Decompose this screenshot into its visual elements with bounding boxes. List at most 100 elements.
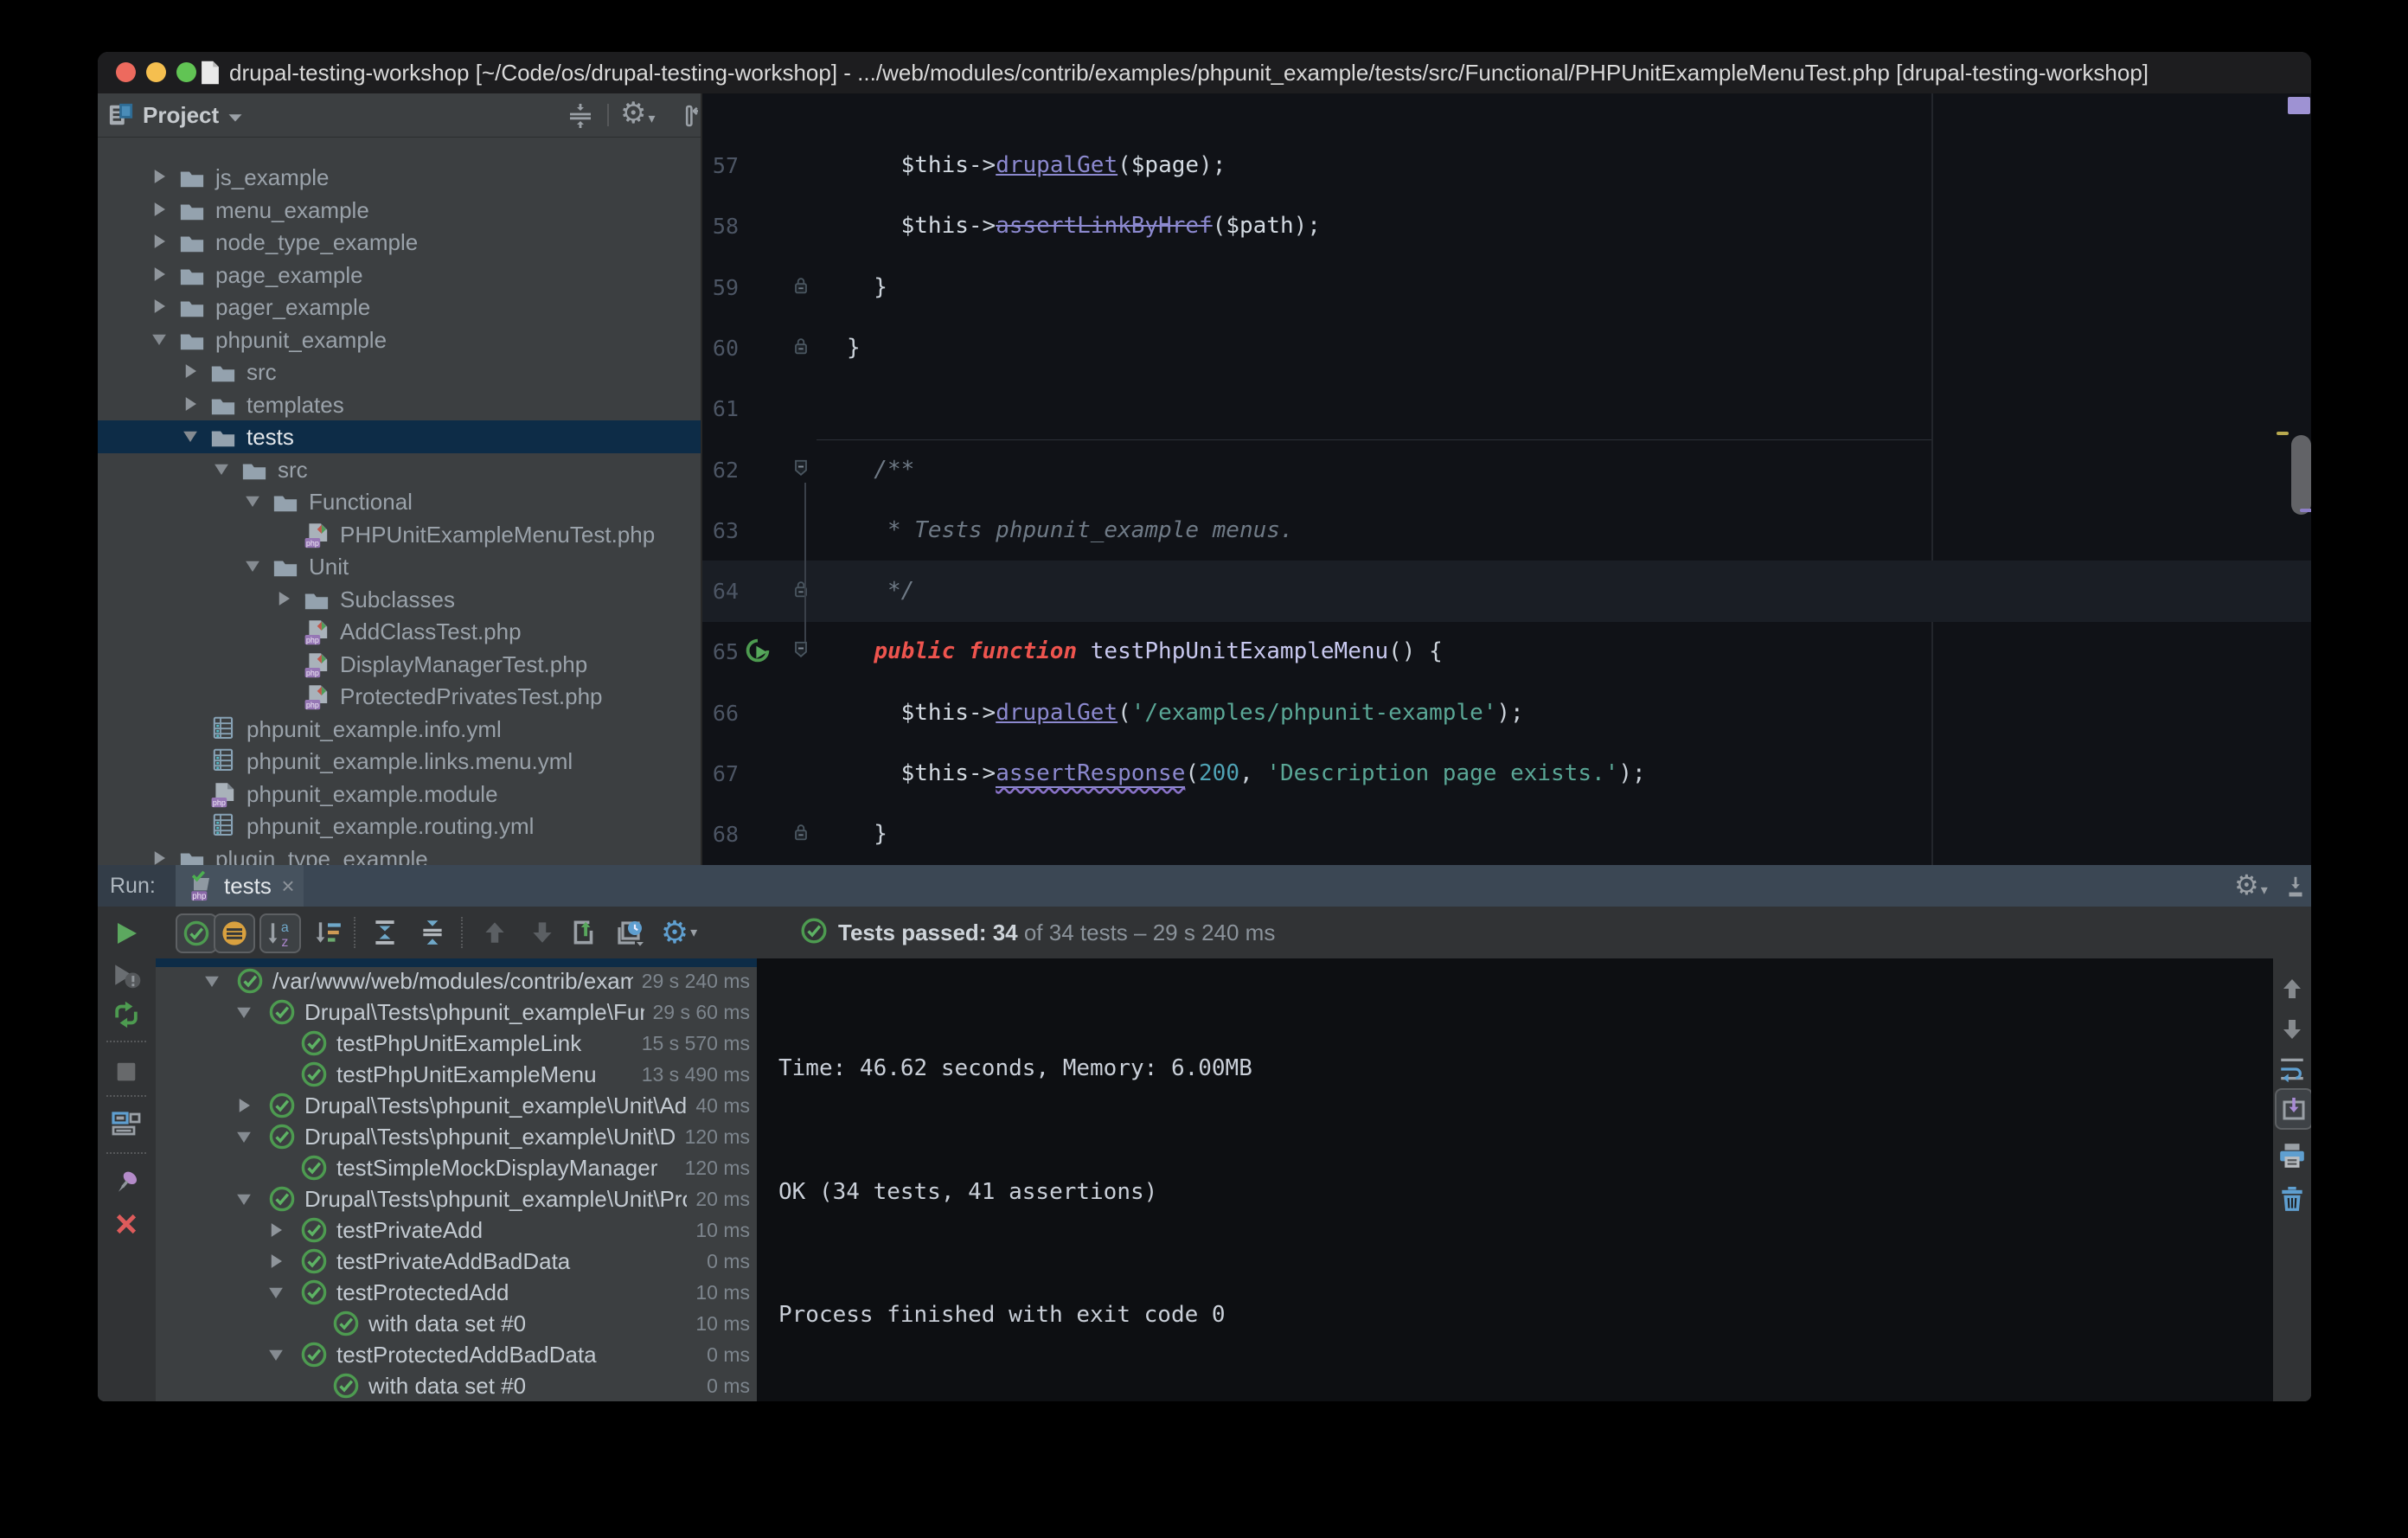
print-button[interactable] xyxy=(2275,1138,2309,1173)
project-tree-item[interactable]: src xyxy=(98,453,701,486)
scroll-to-end-button[interactable] xyxy=(2275,1088,2311,1130)
project-tree-item[interactable]: pager_example xyxy=(98,291,701,324)
project-tree-item[interactable]: menu_example xyxy=(98,194,701,227)
fold-end-icon[interactable] xyxy=(791,335,811,362)
fold-end-icon[interactable] xyxy=(791,578,811,605)
toggle-auto-test-button[interactable] xyxy=(110,998,143,1031)
info-stripe-mark[interactable] xyxy=(2300,509,2311,512)
collapse-all-button[interactable] xyxy=(413,913,452,952)
tree-collapsed-arrow-icon[interactable] xyxy=(178,359,202,388)
tree-collapsed-arrow-icon[interactable] xyxy=(147,846,171,866)
use-soft-wraps-button[interactable] xyxy=(2275,1052,2309,1086)
tree-expanded-arrow-icon[interactable] xyxy=(264,1280,288,1309)
tree-collapsed-arrow-icon[interactable] xyxy=(264,1218,288,1246)
tree-collapsed-arrow-icon[interactable] xyxy=(178,392,202,420)
fold-region-icon[interactable] xyxy=(791,638,811,665)
show-ignored-button[interactable] xyxy=(214,913,255,953)
test-tree-item[interactable]: testProtectedAdd 10 ms xyxy=(156,1277,757,1308)
project-tree-item[interactable]: php phpunit_example.module xyxy=(98,778,701,811)
project-tree-item[interactable]: tests xyxy=(98,420,701,453)
fold-end-icon[interactable] xyxy=(791,274,811,301)
test-tree-item[interactable]: with data set #0 0 ms xyxy=(156,1370,757,1401)
pin-tab-button[interactable] xyxy=(110,1166,143,1199)
project-tree-item[interactable]: page_example xyxy=(98,259,701,292)
project-tree-item[interactable]: php AddClassTest.php xyxy=(98,615,701,648)
project-tree-item[interactable]: plugin_type_example xyxy=(98,843,701,866)
tree-collapsed-arrow-icon[interactable] xyxy=(147,262,171,291)
restore-layout-button[interactable] xyxy=(110,1107,143,1140)
rerun-failed-tests-button[interactable] xyxy=(110,958,143,991)
test-tree-item[interactable]: /var/www/web/modules/contrib/examples/ph… xyxy=(156,965,757,996)
scroll-up-button[interactable] xyxy=(2275,971,2309,1006)
test-tree-item[interactable]: testProtectedAddBadData 0 ms xyxy=(156,1339,757,1370)
import-test-results-button[interactable] xyxy=(565,913,603,952)
close-window-button[interactable] xyxy=(116,62,136,82)
clear-all-button[interactable] xyxy=(2275,1182,2309,1216)
tree-collapsed-arrow-icon[interactable] xyxy=(272,586,296,615)
project-tree-item[interactable]: php PHPUnitExampleMenuTest.php xyxy=(98,518,701,551)
test-tree-item[interactable]: testSimpleMockDisplayManager 120 ms xyxy=(156,1152,757,1183)
close-button[interactable] xyxy=(110,1208,143,1240)
run-settings-gear-icon[interactable]: ⚙ ▾ xyxy=(2234,871,2268,899)
tree-collapsed-arrow-icon[interactable] xyxy=(147,294,171,323)
test-tree-item[interactable]: testPhpUnitExampleLink 15 s 570 ms xyxy=(156,1028,757,1059)
project-tree-item[interactable]: php ProtectedPrivatesTest.php xyxy=(98,680,701,713)
tree-collapsed-arrow-icon[interactable] xyxy=(264,1249,288,1278)
show-passed-button[interactable] xyxy=(176,913,217,953)
project-tree-item[interactable]: Functional xyxy=(98,485,701,518)
warning-stripe-mark[interactable] xyxy=(2277,432,2289,435)
run-test-gutter-icon[interactable] xyxy=(744,637,772,669)
tree-expanded-arrow-icon[interactable] xyxy=(240,489,265,517)
chevron-down-icon[interactable] xyxy=(227,112,243,127)
hide-run-panel-icon[interactable] xyxy=(2283,874,2309,904)
tree-collapsed-arrow-icon[interactable] xyxy=(147,164,171,193)
project-tree-item[interactable]: node_type_example xyxy=(98,226,701,259)
collapse-panel-icon[interactable] xyxy=(567,102,594,134)
project-tree-item[interactable]: phpunit_example.routing.yml xyxy=(98,810,701,843)
test-tree-item[interactable]: testPrivateAdd 10 ms xyxy=(156,1214,757,1246)
test-tree-item[interactable]: Drupal\Tests\phpunit_example\Unit\Displa… xyxy=(156,1121,757,1152)
tree-expanded-arrow-icon[interactable] xyxy=(240,554,265,582)
project-panel-title[interactable]: Project xyxy=(143,93,219,137)
project-tree-item[interactable]: src xyxy=(98,356,701,388)
run-tab-tests[interactable]: php tests × xyxy=(176,865,304,907)
test-tree-item[interactable]: Drupal\Tests\phpunit_example\Unit\AddCla… xyxy=(156,1090,757,1121)
project-tree-item[interactable]: phpunit_example.links.menu.yml xyxy=(98,745,701,778)
project-tree-item[interactable]: php DisplayManagerTest.php xyxy=(98,648,701,681)
editor-scrollbar-thumb[interactable] xyxy=(2291,435,2311,515)
previous-failed-test-button[interactable] xyxy=(476,913,514,952)
hide-panel-icon[interactable] xyxy=(672,102,700,134)
project-tree-item[interactable]: templates xyxy=(98,388,701,421)
close-tab-icon[interactable]: × xyxy=(278,875,298,897)
inspection-indicator[interactable] xyxy=(2288,97,2310,114)
zoom-window-button[interactable] xyxy=(176,62,196,82)
expand-all-button[interactable] xyxy=(366,913,404,952)
tree-collapsed-arrow-icon[interactable] xyxy=(147,229,171,258)
tree-collapsed-arrow-icon[interactable] xyxy=(147,197,171,226)
test-tree-item[interactable]: with data set #0 10 ms xyxy=(156,1308,757,1339)
minimize-window-button[interactable] xyxy=(146,62,166,82)
options-button[interactable]: ⚙ ▾ xyxy=(660,913,698,952)
fold-end-icon[interactable] xyxy=(791,821,811,848)
tree-expanded-arrow-icon[interactable] xyxy=(178,424,202,452)
test-history-button[interactable] xyxy=(611,913,649,952)
project-tree-item[interactable]: Unit xyxy=(98,550,701,583)
test-console[interactable]: Time: 46.62 seconds, Memory: 6.00MB OK (… xyxy=(757,958,2273,1401)
rerun-tests-button[interactable] xyxy=(110,917,143,950)
test-tree-item[interactable]: Drupal\Tests\phpunit_example\Functional\… xyxy=(156,996,757,1028)
project-tree-item[interactable]: phpunit_example.info.yml xyxy=(98,713,701,746)
stop-button[interactable] xyxy=(110,1055,143,1088)
code-editor[interactable]: 57 $this->drupalGet($page); 58 $this->ass… xyxy=(702,93,2311,865)
tree-expanded-arrow-icon[interactable] xyxy=(232,1125,256,1153)
tree-expanded-arrow-icon[interactable] xyxy=(200,969,224,997)
tree-expanded-arrow-icon[interactable] xyxy=(147,327,171,356)
project-tree-item[interactable]: Subclasses xyxy=(98,583,701,616)
sort-by-duration-button[interactable] xyxy=(309,913,347,952)
next-failed-test-button[interactable] xyxy=(523,913,561,952)
project-tree-item[interactable]: js_example xyxy=(98,161,701,194)
sort-alphabetically-button[interactable]: az xyxy=(259,913,301,953)
tree-expanded-arrow-icon[interactable] xyxy=(264,1343,288,1371)
test-tree-item[interactable]: testPrivateAddBadData 0 ms xyxy=(156,1246,757,1277)
scroll-down-button[interactable] xyxy=(2275,1012,2309,1047)
project-tree-item[interactable]: phpunit_example xyxy=(98,324,701,356)
